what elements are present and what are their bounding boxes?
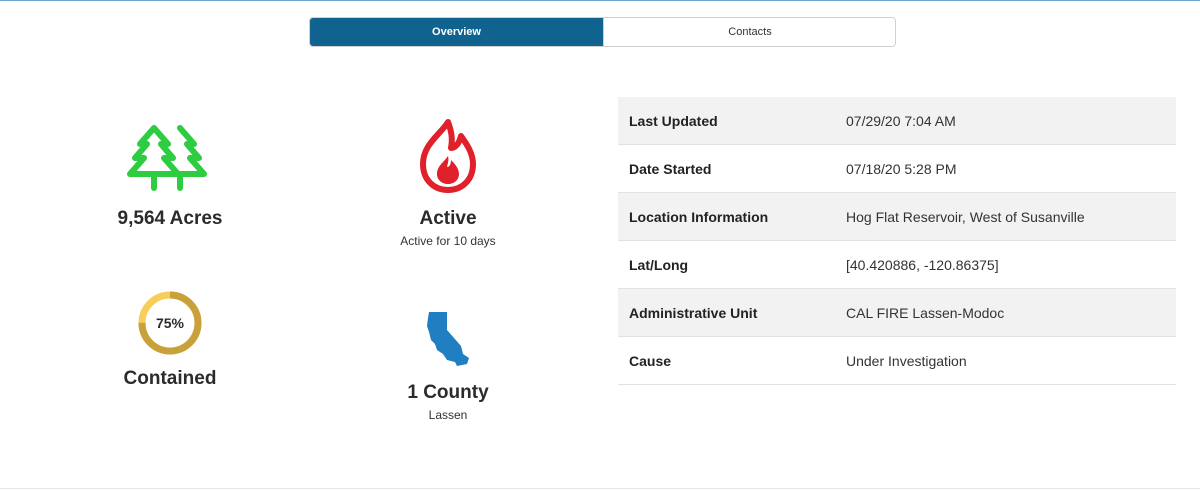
status-duration: Active for 10 days: [400, 234, 496, 248]
row-value: 07/18/20 5:28 PM: [835, 144, 1176, 193]
table-row: Date Started 07/18/20 5:28 PM: [618, 144, 1176, 193]
containment-label: Contained: [123, 368, 217, 389]
acres-stat: 9,564 Acres: [70, 118, 270, 230]
containment-stat: 75% Contained: [70, 290, 270, 390]
county-name: Lassen: [428, 408, 468, 422]
containment-percent: 75%: [155, 315, 185, 331]
county-value: 1 County: [407, 382, 489, 403]
tab-contacts[interactable]: Contacts: [603, 18, 895, 46]
table-row: Last Updated 07/29/20 7:04 AM: [618, 97, 1176, 145]
status-stat: Active Active for 10 days: [348, 118, 548, 248]
status-value: Active: [419, 208, 477, 229]
row-label: Location Information: [618, 192, 835, 241]
table-row: Lat/Long [40.420886, -120.86375]: [618, 240, 1176, 289]
trees-icon: [70, 122, 270, 194]
row-value: Under Investigation: [835, 336, 1176, 385]
table-row: Administrative Unit CAL FIRE Lassen-Modo…: [618, 288, 1176, 337]
acres-value: 9,564 Acres: [117, 208, 223, 229]
row-value: Hog Flat Reservoir, West of Susanville: [835, 192, 1176, 241]
incident-details-table: Last Updated 07/29/20 7:04 AM Date Start…: [618, 97, 1176, 385]
row-label: Administrative Unit: [618, 288, 835, 337]
row-value: CAL FIRE Lassen-Modoc: [835, 288, 1176, 337]
tab-overview[interactable]: Overview: [310, 18, 603, 46]
row-label: Last Updated: [618, 97, 835, 145]
california-map-icon: [348, 310, 548, 368]
table-row: Location Information Hog Flat Reservoir,…: [618, 192, 1176, 241]
bottom-divider: [0, 488, 1200, 489]
county-stat: 1 County Lassen: [348, 310, 548, 422]
row-label: Cause: [618, 336, 835, 385]
row-label: Date Started: [618, 144, 835, 193]
row-value: 07/29/20 7:04 AM: [835, 97, 1176, 145]
containment-ring: 75%: [137, 290, 203, 356]
table-row: Cause Under Investigation: [618, 336, 1176, 385]
tab-bar: Overview Contacts: [309, 17, 896, 47]
fire-icon: [348, 118, 548, 194]
top-divider: [0, 0, 1200, 1]
row-label: Lat/Long: [618, 240, 835, 289]
row-value: [40.420886, -120.86375]: [835, 240, 1176, 289]
